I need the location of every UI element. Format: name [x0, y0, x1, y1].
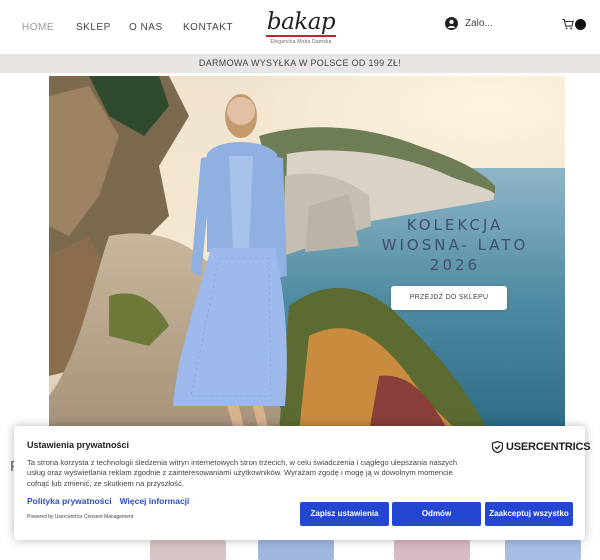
shop-cta-button[interactable]: PRZEJDŹ DO SKLEPU: [391, 286, 507, 310]
hero-banner: KOLEKCJA WIOSNA- LATO 2026 PRZEJDŹ DO SK…: [49, 76, 565, 432]
nav-about[interactable]: O NAS: [129, 22, 163, 33]
product-thumbnail[interactable]: [258, 540, 334, 560]
cookie-consent-dialog: Ustawienia prywatności USERCENTRICS Ta s…: [14, 426, 591, 540]
save-settings-button[interactable]: Zapisz ustawienia: [300, 502, 389, 526]
user-icon: [445, 17, 458, 30]
product-thumbnail[interactable]: [505, 540, 581, 560]
shopping-cart-icon: [562, 19, 574, 30]
consent-description: Ta strona korzysta z technologii śledzen…: [27, 458, 458, 488]
cart-button[interactable]: [562, 18, 586, 30]
shield-check-icon: [492, 441, 503, 453]
consent-links: Polityka prywatności Więcej informacji: [27, 496, 197, 506]
site-logo[interactable]: bakap Elegancka Moda Damska: [266, 10, 336, 45]
logo-tagline: Elegancka Moda Damska: [270, 39, 332, 45]
product-thumbnail[interactable]: [150, 540, 226, 560]
account-button[interactable]: Zalo...: [445, 17, 493, 30]
account-label: Zalo...: [465, 18, 493, 29]
more-info-link[interactable]: Więcej informacji: [120, 496, 190, 506]
cart-count-badge: [575, 18, 586, 30]
deny-button[interactable]: Odmów: [392, 502, 481, 526]
consent-title: Ustawienia prywatności: [27, 440, 130, 450]
shipping-banner: DARMOWA WYSYŁKA W POLSCE OD 199 ZŁ!: [0, 54, 600, 73]
logo-underline: [266, 35, 336, 37]
logo-word: bakap: [266, 9, 336, 35]
accept-all-button[interactable]: Zaakceptuj wszystko: [485, 502, 573, 526]
site-header: HOME SKLEP O NAS KONTAKT bakap Elegancka…: [0, 0, 600, 54]
nav-shop[interactable]: SKLEP: [76, 22, 111, 33]
hero-title-line-2: WIOSNA- LATO: [381, 236, 529, 254]
hero-title-line-3: 2026: [429, 256, 481, 274]
product-thumbnail[interactable]: [394, 540, 470, 560]
usercentrics-logo: USERCENTRICS: [492, 441, 591, 453]
brand-name: USERCENTRICS: [506, 441, 591, 453]
hero-title: KOLEKCJA WIOSNA- LATO 2026: [349, 215, 561, 275]
privacy-policy-link[interactable]: Polityka prywatności: [27, 496, 112, 506]
nav-contact[interactable]: KONTAKT: [183, 22, 233, 33]
nav-home[interactable]: HOME: [22, 22, 54, 33]
powered-by-text: Powered by Usercentrics Consent Manageme…: [27, 514, 134, 520]
hero-title-line-1: KOLEKCJA: [406, 216, 504, 234]
